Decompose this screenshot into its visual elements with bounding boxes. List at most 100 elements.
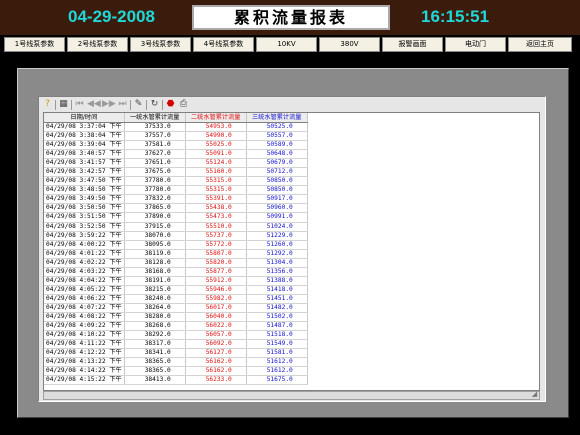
last-record-icon[interactable]: ⏭: [117, 99, 128, 110]
cell-line2-flow: 55091.0: [185, 149, 247, 160]
cell-line1-flow: 37780.0: [124, 185, 186, 196]
stop-icon[interactable]: ⬣: [165, 99, 176, 110]
cell-line1-flow: 38341.0: [124, 348, 186, 359]
cell-line3-flow: 51612.0: [246, 366, 308, 377]
cell-line3-flow: 51675.0: [246, 375, 308, 386]
cell-line2-flow: 55807.0: [185, 249, 247, 259]
cell-line3-flow: 51451.0: [246, 294, 308, 304]
table-icon[interactable]: ▦: [58, 99, 69, 110]
report-toolbar: ? ▦ ⏮ ◀◀ ▶▶ ⏭ ✎ ↻ ⬣ ⎙: [42, 99, 542, 111]
table-header-row: 日期/时间 一统水管累计流量 二统水管累计流量 三统水管累计流量: [44, 113, 308, 123]
cell-line2-flow: 56022.0: [185, 321, 247, 332]
cell-datetime: 04/29/08 4:00:22 下午: [44, 240, 125, 250]
cell-datetime: 04/29/08 4:02:22 下午: [44, 258, 125, 268]
first-record-icon[interactable]: ⏮: [74, 99, 85, 110]
col-header-line1-flow[interactable]: 一统水管累计流量: [124, 113, 186, 123]
table-row[interactable]: 04/29/08 4:13:22 下午 38365.0 56162.0 51612.0: [44, 357, 308, 368]
cell-datetime: 04/29/08 4:15:22 下午: [44, 375, 125, 386]
cell-datetime: 04/29/08 4:08:22 下午: [44, 312, 125, 323]
table-row[interactable]: 04/29/08 3:49:50 下午 37832.0 55391.0 50917.0: [44, 194, 308, 205]
table-row[interactable]: 04/29/08 3:52:50 下午 37915.0 55510.0 51024.0: [44, 222, 308, 232]
cell-line2-flow: 54990.0: [185, 131, 247, 142]
table-row[interactable]: 04/29/08 3:59:22 下午 38070.0 55737.0 51229.0: [44, 231, 308, 241]
cell-line3-flow: 50917.0: [246, 194, 308, 205]
cell-line3-flow: 51482.0: [246, 303, 308, 313]
cell-datetime: 04/29/08 4:14:22 下午: [44, 366, 125, 377]
table-row[interactable]: 04/29/08 4:14:22 下午 38365.0 56162.0 51612.0: [44, 366, 308, 377]
table-row[interactable]: 04/29/08 4:04:22 下午 38191.0 55912.0 51388.0: [44, 276, 308, 286]
report-panel: ? ▦ ⏮ ◀◀ ▶▶ ⏭ ✎ ↻ ⬣ ⎙ 日期/时间 一统水管累计流量 二统水…: [38, 96, 546, 402]
table-row[interactable]: 04/29/08 3:40:57 下午 37627.0 55091.0 50648.0: [44, 149, 308, 160]
nav-line1-pump-params[interactable]: 1号线泵参数: [4, 37, 65, 52]
cell-line1-flow: 38280.0: [124, 312, 186, 323]
cell-line1-flow: 37865.0: [124, 203, 186, 214]
table-row[interactable]: 04/29/08 3:47:50 下午 37780.0 55315.0 50850.0: [44, 176, 308, 187]
table-row[interactable]: 04/29/08 4:15:22 下午 38413.0 56233.0 51675.0: [44, 375, 308, 386]
col-header-line2-flow[interactable]: 二统水管累计流量: [185, 113, 247, 123]
cell-datetime: 04/29/08 3:37:04 下午: [44, 122, 125, 133]
table-row[interactable]: 04/29/08 3:48:50 下午 37780.0 55315.0 50850.0: [44, 185, 308, 196]
cell-datetime: 04/29/08 3:59:22 下午: [44, 231, 125, 241]
table-row[interactable]: 04/29/08 4:08:22 下午 38280.0 56040.0 51502.0: [44, 312, 308, 323]
cell-line3-flow: 50850.0: [246, 176, 308, 187]
table-row[interactable]: 04/29/08 3:41:57 下午 37651.0 55124.0 50679.0: [44, 158, 308, 169]
flow-data-grid[interactable]: 日期/时间 一统水管累计流量 二统水管累计流量 三统水管累计流量 04/29/0…: [43, 112, 540, 391]
horizontal-scrollbar[interactable]: ◢: [43, 391, 540, 400]
cell-line1-flow: 37890.0: [124, 212, 186, 223]
table-row[interactable]: 04/29/08 4:06:22 下午 38240.0 55982.0 51451.0: [44, 294, 308, 304]
date-display: 04-29-2008: [68, 7, 155, 26]
col-header-datetime[interactable]: 日期/时间: [44, 113, 125, 123]
cell-line1-flow: 38240.0: [124, 294, 186, 304]
table-row[interactable]: 04/29/08 4:05:22 下午 38215.0 55946.0 51418.0: [44, 285, 308, 295]
cell-line2-flow: 55982.0: [185, 294, 247, 304]
nav-electric-gate[interactable]: 电动门: [445, 37, 506, 52]
table-row[interactable]: 04/29/08 4:07:22 下午 38264.0 56017.0 51482.0: [44, 303, 308, 313]
table-row[interactable]: 04/29/08 4:10:22 下午 38292.0 56057.0 51518.0: [44, 330, 308, 341]
cell-line2-flow: 55946.0: [185, 285, 247, 295]
cell-line3-flow: 51292.0: [246, 249, 308, 259]
table-row[interactable]: 04/29/08 4:00:22 下午 38095.0 55772.0 51260.0: [44, 240, 308, 250]
cell-line1-flow: 38268.0: [124, 321, 186, 332]
col-header-line3-flow[interactable]: 三统水管累计流量: [246, 113, 308, 123]
cell-datetime: 04/29/08 4:11:22 下午: [44, 339, 125, 350]
nav-line2-pump-params[interactable]: 2号线泵参数: [67, 37, 128, 52]
table-row[interactable]: 04/29/08 3:37:04 下午 37533.0 54953.0 50525.0: [44, 122, 308, 133]
cell-line2-flow: 55124.0: [185, 158, 247, 169]
table-row[interactable]: 04/29/08 3:38:04 下午 37557.0 54990.0 50557.0: [44, 131, 308, 142]
table-row[interactable]: 04/29/08 4:09:22 下午 38268.0 56022.0 51487.0: [44, 321, 308, 332]
nav-380v[interactable]: 380V: [319, 37, 380, 52]
table-row[interactable]: 04/29/08 3:50:50 下午 37865.0 55438.0 50960.0: [44, 203, 308, 214]
cell-line2-flow: 55391.0: [185, 194, 247, 205]
cell-line3-flow: 51518.0: [246, 330, 308, 341]
table-row[interactable]: 04/29/08 3:51:50 下午 37890.0 55473.0 50991.0: [44, 212, 308, 223]
cell-line1-flow: 37557.0: [124, 131, 186, 142]
nav-bar: 1号线泵参数 2号线泵参数 3号线泵参数 4号线泵参数 10KV 380V 报警…: [0, 35, 580, 54]
cell-line2-flow: 56162.0: [185, 357, 247, 368]
toolbar-separator: [130, 100, 131, 110]
next-record-icon[interactable]: ▶▶: [102, 99, 116, 110]
cell-line2-flow: 56233.0: [185, 375, 247, 386]
nav-line3-pump-params[interactable]: 3号线泵参数: [130, 37, 191, 52]
resize-grip-icon[interactable]: ◢: [531, 391, 538, 398]
help-icon[interactable]: ?: [42, 99, 53, 110]
table-row[interactable]: 04/29/08 4:03:22 下午 38168.0 55877.0 51356.0: [44, 267, 308, 277]
cell-datetime: 04/29/08 4:07:22 下午: [44, 303, 125, 313]
nav-line4-pump-params[interactable]: 4号线泵参数: [193, 37, 254, 52]
table-row[interactable]: 04/29/08 3:39:04 下午 37581.0 55025.0 50589.0: [44, 140, 308, 151]
cell-line1-flow: 37627.0: [124, 149, 186, 160]
table-row[interactable]: 04/29/08 4:02:22 下午 38128.0 55820.0 51304.0: [44, 258, 308, 268]
table-row[interactable]: 04/29/08 3:42:57 下午 37675.0 55160.0 50712.0: [44, 167, 308, 178]
refresh-icon[interactable]: ↻: [149, 99, 160, 110]
print-icon[interactable]: ⎙: [178, 99, 189, 110]
nav-return-home[interactable]: 返回主页: [508, 37, 572, 52]
table-row[interactable]: 04/29/08 4:11:22 下午 38317.0 56092.0 51549.0: [44, 339, 308, 350]
nav-alarm-screen[interactable]: 报警画面: [382, 37, 443, 52]
nav-10kv[interactable]: 10KV: [256, 37, 317, 52]
cell-line3-flow: 51502.0: [246, 312, 308, 323]
edit-icon[interactable]: ✎: [133, 99, 144, 110]
prev-record-icon[interactable]: ◀◀: [87, 99, 101, 110]
table-row[interactable]: 04/29/08 4:12:22 下午 38341.0 56127.0 51581.0: [44, 348, 308, 359]
cell-datetime: 04/29/08 3:41:57 下午: [44, 158, 125, 169]
cell-datetime: 04/29/08 4:12:22 下午: [44, 348, 125, 359]
table-row[interactable]: 04/29/08 4:01:22 下午 38119.0 55807.0 51292.0: [44, 249, 308, 259]
